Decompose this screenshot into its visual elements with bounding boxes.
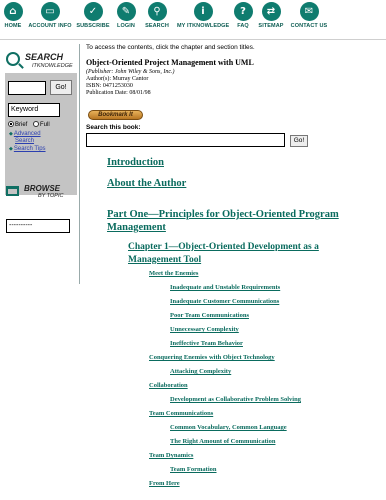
my-itknowledge-icon: i xyxy=(193,2,213,21)
book-pub-date: Publication Date: 08/01/98 xyxy=(86,90,151,96)
nav-label: SEARCH xyxy=(145,23,169,29)
nav-label: SITEMAP xyxy=(258,23,284,29)
account-icon: ▭ xyxy=(40,2,60,21)
nav-subscribe[interactable]: ✓ SUBSCRIBE xyxy=(75,2,111,30)
book-icon xyxy=(6,186,19,196)
radio-brief[interactable]: Brief xyxy=(8,121,27,129)
nav-label: FAQ xyxy=(237,23,249,29)
toc-collaboration[interactable]: Collaboration xyxy=(149,382,188,390)
toc-development-collaborative[interactable]: Development as Collaborative Problem Sol… xyxy=(170,396,301,404)
search-logo-subtitle: ITKNOWLEDGE xyxy=(32,63,73,69)
radio-full-indicator xyxy=(33,121,39,127)
browse-title: BROWSE xyxy=(24,184,60,193)
bullet-icon: ◆ xyxy=(9,131,13,137)
home-icon: ⌂ xyxy=(3,2,23,21)
toc-inadequate-requirements[interactable]: Inadequate and Unstable Requirements xyxy=(170,284,280,292)
sitemap-icon: ⇄ xyxy=(261,2,281,21)
toc-conquering-enemies[interactable]: Conquering Enemies with Object Technolog… xyxy=(149,354,275,362)
search-book-go-button[interactable]: Go! xyxy=(290,135,308,147)
advanced-search-link-line2[interactable]: Search xyxy=(15,138,34,145)
book-publisher: (Publisher: John Wiley & Sons, Inc.) xyxy=(86,69,175,75)
nav-label: HOME xyxy=(4,23,22,29)
subscribe-icon: ✓ xyxy=(83,2,103,21)
sidebar-search-panel: Go! Keyword Brief Full ◆Advanced Search … xyxy=(5,73,77,195)
book-title: Object-Oriented Project Management with … xyxy=(86,58,254,67)
search-book-input[interactable] xyxy=(86,133,285,147)
sidebar-search-input[interactable] xyxy=(8,81,46,95)
search-logo-title: SEARCH xyxy=(25,52,64,62)
search-tips-label: Search Tips xyxy=(13,146,46,152)
search-icon: ⚲ xyxy=(147,2,167,21)
faq-icon: ? xyxy=(233,2,253,21)
toc-team-formation[interactable]: Team Formation xyxy=(170,466,217,474)
toc-about-author[interactable]: About the Author xyxy=(107,177,186,190)
sidebar-go-button[interactable]: Go! xyxy=(50,80,72,95)
bookmark-button[interactable]: Bookmark It xyxy=(88,110,143,120)
toc-common-vocabulary[interactable]: Common Vocabulary, Common Language xyxy=(170,424,287,432)
toc-chapter-1-line2[interactable]: Management Tool xyxy=(128,254,201,267)
nav-contact-us[interactable]: ✉ CONTACT US xyxy=(289,2,329,30)
radio-full-label: Full xyxy=(40,122,50,128)
toc-right-amount-communication[interactable]: The Right Amount of Communication xyxy=(170,438,275,446)
browse-by-topic-logo: BROWSE BY TOPIC xyxy=(6,184,76,204)
nav-label: ACCOUNT INFO xyxy=(28,23,72,29)
toc-team-dynamics[interactable]: Team Dynamics xyxy=(149,452,193,460)
search-tips-link[interactable]: ◆Search Tips xyxy=(9,146,46,153)
nav-account-info[interactable]: ▭ ACCOUNT INFO xyxy=(28,2,72,30)
nav-my-itknowledge[interactable]: i MY ITKNOWLEDGE xyxy=(177,2,229,30)
nav-label: CONTACT US xyxy=(290,23,328,29)
topic-select[interactable]: ---------- xyxy=(6,219,70,233)
toc-ineffective-team-behavior[interactable]: Ineffective Team Behavior xyxy=(170,340,243,348)
browse-subtitle: BY TOPIC xyxy=(38,193,64,199)
toc-unnecessary-complexity[interactable]: Unnecessary Complexity xyxy=(170,326,239,334)
advanced-search-label: Advanced xyxy=(13,131,41,137)
nav-home[interactable]: ⌂ HOME xyxy=(2,2,24,30)
nav-search[interactable]: ⚲ SEARCH xyxy=(142,2,172,30)
login-icon: ✎ xyxy=(116,2,136,21)
search-book-label: Search this book: xyxy=(86,124,141,131)
nav-faq[interactable]: ? FAQ xyxy=(232,2,254,30)
radio-brief-label: Brief xyxy=(15,122,28,128)
nav-sitemap[interactable]: ⇄ SITEMAP xyxy=(256,2,286,30)
toc-part-one[interactable]: Part One—Principles for Object-Oriented … xyxy=(107,208,339,221)
contact-icon: ✉ xyxy=(299,2,319,21)
toc-meet-enemies[interactable]: Meet the Enemies xyxy=(149,270,198,278)
radio-brief-indicator xyxy=(8,121,14,127)
toc-introduction[interactable]: Introduction xyxy=(107,156,164,169)
nav-label: MY ITKNOWLEDGE xyxy=(177,23,230,29)
toc-attacking-complexity[interactable]: Attacking Complexity xyxy=(170,368,231,376)
book-authors: Author(s): Murray Cantor xyxy=(86,76,149,82)
toc-from-here[interactable]: From Here xyxy=(149,480,180,488)
nav-label: SUBSCRIBE xyxy=(76,23,110,29)
toc-team-communications[interactable]: Team Communications xyxy=(149,410,213,418)
toc-inadequate-communications[interactable]: Inadequate Customer Communications xyxy=(170,298,279,306)
toc-part-one-line2[interactable]: Management xyxy=(107,221,166,234)
toc-chapter-1[interactable]: Chapter 1—Object-Oriented Development as… xyxy=(128,241,319,254)
radio-full[interactable]: Full xyxy=(33,121,50,129)
access-instructions: To access the contents, click the chapte… xyxy=(86,44,255,51)
book-isbn: ISBN: 0471253030 xyxy=(86,83,133,89)
magnifier-icon xyxy=(6,52,20,66)
bullet-icon: ◆ xyxy=(9,146,13,152)
top-navigation: ⌂ HOME ▭ ACCOUNT INFO ✓ SUBSCRIBE ✎ LOGI… xyxy=(0,0,386,40)
toc-poor-team-communications[interactable]: Poor Team Communications xyxy=(170,312,249,320)
search-type-select[interactable]: Keyword xyxy=(8,103,60,117)
nav-login[interactable]: ✎ LOGIN xyxy=(114,2,138,30)
sidebar: SEARCH ITKNOWLEDGE Go! Keyword Brief Ful… xyxy=(0,44,80,284)
advanced-search-link[interactable]: ◆Advanced xyxy=(9,131,41,138)
nav-label: LOGIN xyxy=(117,23,135,29)
